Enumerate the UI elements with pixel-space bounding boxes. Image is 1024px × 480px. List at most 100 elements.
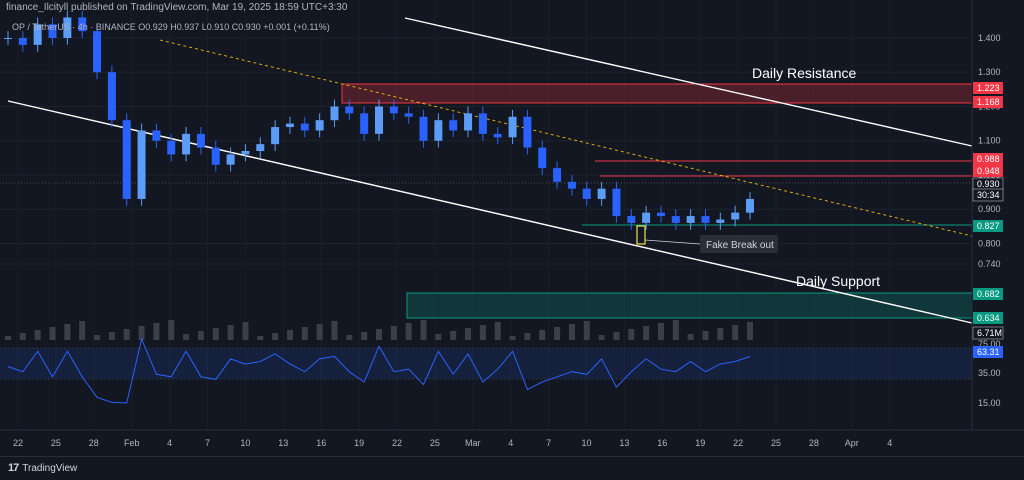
candle-body [523, 116, 532, 148]
volume-bar [49, 327, 56, 340]
candle-body [671, 216, 680, 223]
candle-body [449, 120, 458, 131]
price-tick: 1.400 [978, 33, 1001, 43]
volume-bar [509, 336, 516, 340]
volume-bar [672, 320, 679, 340]
symbol-legend[interactable]: OP / TetherUS · 4h · BINANCE O0.929 H0.9… [12, 22, 330, 32]
candle-body [627, 216, 636, 223]
price-badge-label: 0.948 [977, 166, 1000, 176]
time-tick: 22 [13, 438, 23, 448]
resistance-zone [341, 83, 973, 104]
candle-body [493, 133, 502, 138]
volume-bar [405, 323, 412, 340]
volume-bar [5, 336, 11, 340]
volume-bar [613, 332, 620, 340]
volume-bar [465, 328, 472, 340]
volume-bar [376, 329, 382, 340]
volume-bar [628, 329, 635, 340]
candle-body [315, 120, 324, 131]
price-badge-label: 1.223 [977, 83, 1000, 93]
tradingview-logo-icon: 17 [8, 462, 19, 474]
candle-body [567, 181, 576, 189]
price-chart[interactable]: Fake Break out Daily Resistance Daily Su… [0, 0, 1024, 456]
price-tick: 0.740 [978, 259, 1001, 269]
tradingview-brand[interactable]: 17 TradingView [8, 462, 77, 474]
volume-bar [361, 332, 368, 340]
volume-bar [94, 335, 101, 340]
candle-body [137, 130, 146, 199]
time-tick: 28 [809, 438, 819, 448]
volume-bar [598, 335, 605, 340]
volume-bar [554, 327, 561, 340]
volume-bar [539, 330, 546, 340]
candle-body [716, 219, 725, 223]
time-tick: 4 [167, 438, 172, 448]
daily-support-label: Daily Support [796, 273, 880, 289]
volume-bar [272, 333, 279, 340]
time-tick: 25 [430, 438, 440, 448]
candle-body [256, 144, 265, 151]
time-tick: 19 [354, 438, 364, 448]
candle-body [582, 188, 591, 199]
footer: 17 TradingView [0, 456, 1024, 480]
candle-body [18, 38, 27, 45]
volume-bar [494, 322, 501, 340]
volume-bar [286, 330, 293, 340]
volume-bar [168, 320, 175, 340]
time-tick: 4 [508, 438, 513, 448]
time-tick: 25 [51, 438, 61, 448]
candle-body [122, 120, 131, 199]
volume-bar [643, 326, 650, 340]
price-badge-label: 1.168 [977, 97, 1000, 107]
candle-body [285, 123, 294, 128]
rsi-band [0, 348, 972, 379]
volume-bar [123, 329, 130, 340]
candle-body [746, 198, 754, 213]
volume-bar [257, 336, 264, 340]
volume-bar [19, 333, 26, 340]
price-badge-label: 0.827 [977, 221, 1000, 231]
candle-body [300, 123, 309, 131]
volume-bar [153, 323, 160, 340]
fake-breakout-label: Fake Break out [706, 240, 774, 251]
candle-body [226, 154, 235, 165]
time-tick: 4 [887, 438, 892, 448]
price-badge-label: 0.682 [977, 289, 1000, 299]
volume-bar [183, 334, 190, 340]
volume-bar [331, 321, 338, 340]
volume-bar [702, 331, 709, 340]
volume-bar [346, 335, 353, 340]
candle-body [686, 216, 695, 223]
brand-name: TradingView [22, 462, 78, 474]
candle-body [434, 120, 443, 141]
candle-body [389, 106, 398, 114]
price-tick: 0.900 [978, 204, 1001, 214]
candle-body [404, 113, 413, 117]
price-badge-label: 6.71M [977, 328, 1002, 338]
time-tick: 22 [733, 438, 743, 448]
time-tick: Apr [845, 438, 859, 448]
volume-bar [316, 324, 323, 340]
time-tick: 7 [205, 438, 210, 448]
volume-bar [747, 322, 753, 340]
time-tick: 13 [619, 438, 629, 448]
support-zone [406, 292, 973, 319]
candle-body [642, 212, 651, 223]
candle-body [241, 151, 250, 155]
candle-body [478, 113, 487, 134]
time-tick: 22 [392, 438, 402, 448]
candle-body [345, 106, 354, 114]
volume-bar [657, 323, 664, 340]
volume-bar [568, 324, 575, 340]
candle-body [167, 140, 176, 155]
candle-body [4, 38, 12, 39]
candle-body [271, 127, 280, 145]
rsi-tick: 15.00 [978, 398, 1001, 408]
candle-body [196, 133, 205, 148]
candle-body [375, 106, 383, 134]
candle-body [419, 116, 428, 141]
candle-body [538, 147, 547, 169]
time-tick: 25 [771, 438, 781, 448]
volume-bar [301, 327, 308, 340]
volume-bar [732, 325, 739, 340]
